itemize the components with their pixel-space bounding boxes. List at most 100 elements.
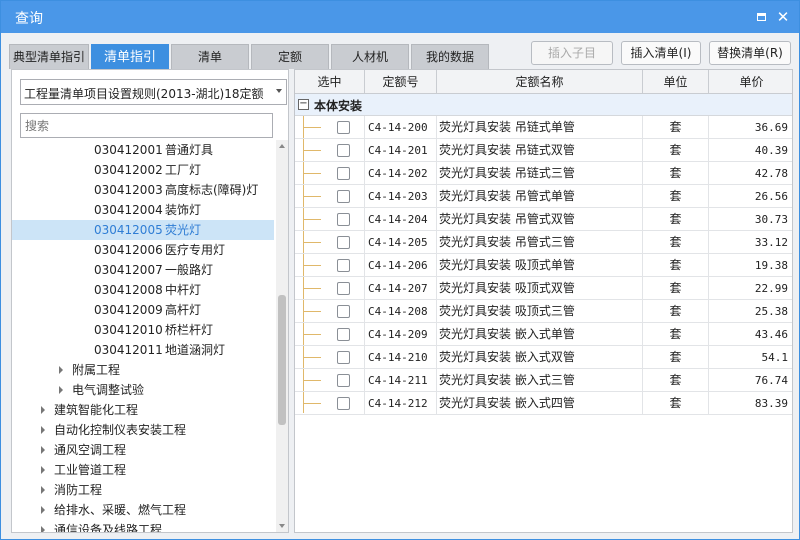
tab-quota[interactable]: 定额 <box>251 44 329 69</box>
expand-arrow-icon[interactable] <box>41 406 45 414</box>
tree-item[interactable]: 030412008 中杆灯 <box>12 280 274 300</box>
price-cell: 26.56 <box>754 190 788 203</box>
tree-item-code: 030412008 <box>94 283 163 297</box>
quota-grid: 选中 定额号 定额名称 单位 单价 − 本体安装 C4-14-200 荧光灯具安装… <box>294 69 793 533</box>
tree-item[interactable]: 030412011 地道涵洞灯 <box>12 340 274 360</box>
select-cell <box>295 208 365 231</box>
table-row[interactable]: C4-14-202 荧光灯具安装 吊链式三管套 42.78 <box>295 162 792 185</box>
row-checkbox[interactable] <box>337 190 350 203</box>
table-row[interactable]: C4-14-200 荧光灯具安装 吊链式单管套 36.69 <box>295 116 792 139</box>
tree-item-code: 030412002 <box>94 163 163 177</box>
select-cell <box>295 116 365 139</box>
table-row[interactable]: C4-14-209 荧光灯具安装 嵌入式单管套 43.46 <box>295 323 792 346</box>
select-cell <box>295 254 365 277</box>
tree-item[interactable]: 030412007 一般路灯 <box>12 260 274 280</box>
expand-arrow-icon[interactable] <box>41 426 45 434</box>
tree-item-code: 030412009 <box>94 303 163 317</box>
tree-item[interactable]: 消防工程 <box>12 480 274 500</box>
tree-item[interactable]: 电气调整试验 <box>12 380 274 400</box>
tab-list[interactable]: 清单 <box>171 44 249 69</box>
search-input[interactable] <box>21 114 272 137</box>
header-quota-code: 定额号 <box>365 70 437 94</box>
expand-arrow-icon[interactable] <box>41 446 45 454</box>
collapse-icon[interactable]: − <box>298 99 309 110</box>
tree-item[interactable]: 建筑智能化工程 <box>12 400 274 420</box>
tree-item-code: 030412006 <box>94 243 163 257</box>
tree-item[interactable]: 030412002 工厂灯 <box>12 160 274 180</box>
tree-item[interactable]: 030412010 桥栏杆灯 <box>12 320 274 340</box>
table-row[interactable]: C4-14-201 荧光灯具安装 吊链式双管套 40.39 <box>295 139 792 162</box>
tree-item[interactable]: 工业管道工程 <box>12 460 274 480</box>
close-icon[interactable]: ✕ <box>775 9 791 25</box>
row-checkbox[interactable] <box>337 236 350 249</box>
tab-labor-material-machine[interactable]: 人材机 <box>331 44 409 69</box>
row-checkbox[interactable] <box>337 259 350 272</box>
tree-item[interactable]: 030412009 高杆灯 <box>12 300 274 320</box>
tree-item[interactable]: 030412001 普通灯具 <box>12 140 274 160</box>
table-row[interactable]: C4-14-207 荧光灯具安装 吸顶式双管套 22.99 <box>295 277 792 300</box>
row-checkbox[interactable] <box>337 328 350 341</box>
quota-name-cell: 荧光灯具安装 吊管式单管 <box>437 185 643 208</box>
table-row[interactable]: C4-14-208 荧光灯具安装 吸顶式三管套 25.38 <box>295 300 792 323</box>
tree-connector <box>303 242 321 243</box>
expand-arrow-icon[interactable] <box>41 506 45 514</box>
row-checkbox[interactable] <box>337 167 350 180</box>
table-row[interactable]: C4-14-212 荧光灯具安装 嵌入式四管套 83.39 <box>295 392 792 415</box>
table-row[interactable]: C4-14-204 荧光灯具安装 吊管式双管套 30.73 <box>295 208 792 231</box>
insert-list-button[interactable]: 插入清单(I) <box>621 41 701 65</box>
tree-item[interactable]: 给排水、采暖、燃气工程 <box>12 500 274 520</box>
tree-item-label: 医疗专用灯 <box>165 243 226 257</box>
maximize-icon[interactable] <box>753 9 769 25</box>
tree-item[interactable]: 附属工程 <box>12 360 274 380</box>
row-checkbox[interactable] <box>337 213 350 226</box>
tree-item[interactable]: 030412006 医疗专用灯 <box>12 240 274 260</box>
tree-scrollbar[interactable] <box>276 140 288 532</box>
tree-item-code: 030412007 <box>94 263 163 277</box>
tree-item[interactable]: 通信设备及线路工程 <box>12 520 274 532</box>
quota-code-cell: C4-14-202 <box>365 162 437 185</box>
tab-typical-list-guide[interactable]: 典型清单指引 <box>9 44 89 69</box>
row-checkbox[interactable] <box>337 305 350 318</box>
table-row[interactable]: C4-14-205 荧光灯具安装 吊管式三管套 33.12 <box>295 231 792 254</box>
scrollbar-thumb[interactable] <box>278 295 286 425</box>
tree-item[interactable]: 通风空调工程 <box>12 440 274 460</box>
expand-arrow-icon[interactable] <box>59 386 63 394</box>
unit-cell: 套 <box>643 346 709 369</box>
unit-cell: 套 <box>643 392 709 415</box>
tab-my-data[interactable]: 我的数据 <box>411 44 489 69</box>
tree-connector <box>303 219 321 220</box>
select-cell <box>295 346 365 369</box>
search-field[interactable] <box>20 113 273 138</box>
tree-connector <box>303 311 321 312</box>
select-cell <box>295 277 365 300</box>
quota-name-cell: 荧光灯具安装 嵌入式四管 <box>437 392 643 415</box>
rule-select[interactable]: 工程量清单项目设置规则(2013-湖北)18定额 <box>20 79 287 105</box>
row-checkbox[interactable] <box>337 144 350 157</box>
tree-item[interactable]: 030412004 装饰灯 <box>12 200 274 220</box>
expand-arrow-icon[interactable] <box>41 486 45 494</box>
tree-item[interactable]: 030412003 高度标志(障碍)灯 <box>12 180 274 200</box>
insert-child-button[interactable]: 插入子目 <box>531 41 613 65</box>
row-checkbox[interactable] <box>337 282 350 295</box>
tree-connector <box>303 403 321 404</box>
replace-list-button[interactable]: 替换清单(R) <box>709 41 791 65</box>
row-checkbox[interactable] <box>337 351 350 364</box>
row-checkbox[interactable] <box>337 397 350 410</box>
expand-arrow-icon[interactable] <box>41 526 45 532</box>
expand-arrow-icon[interactable] <box>59 366 63 374</box>
tree-item[interactable]: 030412005 荧光灯 <box>12 220 274 240</box>
tree-item-code: 030412004 <box>94 203 163 217</box>
group-row[interactable]: − 本体安装 <box>295 94 792 116</box>
row-checkbox[interactable] <box>337 121 350 134</box>
tab-list-guide[interactable]: 清单指引 <box>91 44 169 69</box>
tree-item[interactable]: 自动化控制仪表安装工程 <box>12 420 274 440</box>
scroll-up-icon[interactable] <box>279 144 285 148</box>
table-row[interactable]: C4-14-211 荧光灯具安装 嵌入式三管套 76.74 <box>295 369 792 392</box>
window-title: 查询 <box>15 11 43 27</box>
table-row[interactable]: C4-14-210 荧光灯具安装 嵌入式双管套 54.1 <box>295 346 792 369</box>
scroll-down-icon[interactable] <box>279 524 285 528</box>
expand-arrow-icon[interactable] <box>41 466 45 474</box>
row-checkbox[interactable] <box>337 374 350 387</box>
table-row[interactable]: C4-14-206 荧光灯具安装 吸顶式单管套 19.38 <box>295 254 792 277</box>
table-row[interactable]: C4-14-203 荧光灯具安装 吊管式单管套 26.56 <box>295 185 792 208</box>
